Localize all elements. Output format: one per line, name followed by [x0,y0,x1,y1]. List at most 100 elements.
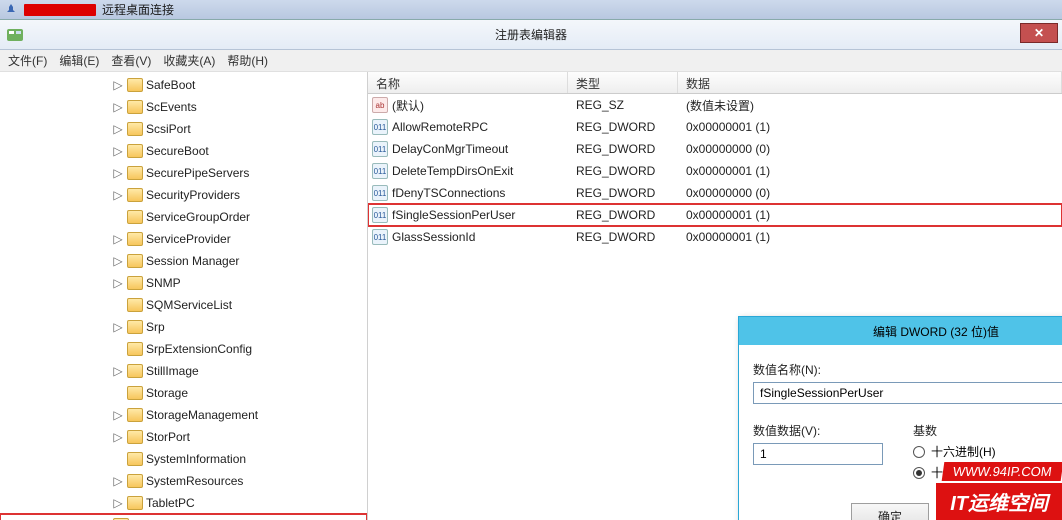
col-name[interactable]: 名称 [368,72,568,93]
tree-item-tabletpc[interactable]: ▷TabletPC [0,492,367,514]
tree-item-snmp[interactable]: ▷SNMP [0,272,367,294]
watermark-brand: IT运维空间 [936,483,1062,520]
tree-label: Session Manager [146,254,239,268]
folder-icon [127,210,143,224]
menu-file[interactable]: 文件(F) [8,52,47,69]
value-row[interactable]: 011 GlassSessionId REG_DWORD0x00000001 (1) [368,226,1062,248]
value-name-input[interactable] [753,382,1062,404]
folder-icon [127,276,143,290]
folder-icon [127,496,143,510]
pin-icon[interactable] [4,3,18,17]
value-name: DeleteTempDirsOnExit [392,164,513,178]
base-label: 基数 [913,422,996,439]
tree-label: Storage [146,386,188,400]
tree-item-scevents[interactable]: ▷ScEvents [0,96,367,118]
value-data: 0x00000001 (1) [678,230,1062,244]
tree-item-serviceprovider[interactable]: ▷ServiceProvider [0,228,367,250]
menu-favorites[interactable]: 收藏夹(A) [163,52,215,69]
value-row[interactable]: 011fDenyTSConnectionsREG_DWORD0x00000000… [368,182,1062,204]
registry-tree[interactable]: ▷SafeBoot▷ScEvents▷ScsiPort▷SecureBoot▷S… [0,72,368,520]
menu-edit[interactable]: 编辑(E) [59,52,99,69]
menu-help[interactable]: 帮助(H) [227,52,268,69]
tree-label: SQMServiceList [146,298,232,312]
rdp-title: 远程桌面连接 [102,1,174,18]
value-type: REG_SZ [568,98,678,112]
radio-hex-label: 十六进制(H) [931,443,996,460]
value-row[interactable]: 011fSingleSessionPerUserREG_DWORD0x00000… [368,204,1062,226]
tree-label: Srp [146,320,165,334]
value-data: 0x00000000 (0) [678,142,1062,156]
dialog-title: 编辑 DWORD (32 位)值 [873,323,999,340]
value-name: (默认) [392,97,424,114]
folder-icon [127,166,143,180]
tree-item-servicegrouporder[interactable]: ServiceGroupOrder [0,206,367,228]
window-close-button[interactable]: ✕ [1020,23,1058,43]
folder-icon [127,298,143,312]
tree-item-srpextensionconfig[interactable]: SrpExtensionConfig [0,338,367,360]
tree-label: SecurePipeServers [146,166,249,180]
value-row[interactable]: ab(默认)REG_SZ(数值未设置) [368,94,1062,116]
tree-item-safeboot[interactable]: ▷SafeBoot [0,74,367,96]
value-data: 0x00000001 (1) [678,120,1062,134]
value-name: GlassSessionId [392,230,475,244]
tree-label: StorageManagement [146,408,258,422]
tree-label: SafeBoot [146,78,195,92]
tree-item-securityproviders[interactable]: ▷SecurityProviders [0,184,367,206]
value-data: 0x00000001 (1) [678,164,1062,178]
folder-icon [127,364,143,378]
radio-hex[interactable]: 十六进制(H) [913,443,996,460]
tree-item-stillimage[interactable]: ▷StillImage [0,360,367,382]
tree-item-systeminformation[interactable]: SystemInformation [0,448,367,470]
value-row[interactable]: 011AllowRemoteRPCREG_DWORD0x00000001 (1) [368,116,1062,138]
value-type: REG_DWORD [568,186,678,200]
tree-item-storport[interactable]: ▷StorPort [0,426,367,448]
folder-icon [127,430,143,444]
folder-icon [127,408,143,422]
dword-value-icon: 011 [372,119,388,135]
folder-icon [127,474,143,488]
tree-item-storagemanagement[interactable]: ▷StorageManagement [0,404,367,426]
tree-item-secureboot[interactable]: ▷SecureBoot [0,140,367,162]
col-type[interactable]: 类型 [568,72,678,93]
tree-label: ServiceProvider [146,232,231,246]
menu-view[interactable]: 查看(V) [111,52,151,69]
value-data-input[interactable] [753,443,883,465]
folder-icon [127,320,143,334]
dword-value-icon: 011 [372,229,388,245]
rdp-connection-bar: 远程桌面连接 [0,0,1062,20]
value-type: REG_DWORD [568,208,678,222]
tree-item-scsiport[interactable]: ▷ScsiPort [0,118,367,140]
tree-item-sqmservicelist[interactable]: SQMServiceList [0,294,367,316]
col-data[interactable]: 数据 [678,72,1062,93]
tree-item-storage[interactable]: Storage [0,382,367,404]
value-row[interactable]: 011DeleteTempDirsOnExitREG_DWORD0x000000… [368,160,1062,182]
value-type: REG_DWORD [568,230,678,244]
dword-value-icon: 011 [372,207,388,223]
tree-item-systemresources[interactable]: ▷SystemResources [0,470,367,492]
value-name-label: 数值名称(N): [753,361,1062,378]
ok-button[interactable]: 确定 [851,503,929,520]
tree-item-securepipeservers[interactable]: ▷SecurePipeServers [0,162,367,184]
tree-item-session-manager[interactable]: ▷Session Manager [0,250,367,272]
folder-icon [127,386,143,400]
dialog-titlebar[interactable]: 编辑 DWORD (32 位)值 ✕ [739,317,1062,345]
tree-item-srp[interactable]: ▷Srp [0,316,367,338]
tree-label: ScsiPort [146,122,191,136]
radio-icon [913,467,925,479]
string-value-icon: ab [372,97,388,113]
value-data: 0x00000001 (1) [678,208,1062,222]
folder-icon [127,122,143,136]
watermark: WWW.94IP.COM IT运维空间 [936,462,1062,520]
folder-icon [127,100,143,114]
value-row[interactable]: 011DelayConMgrTimeoutREG_DWORD0x00000000… [368,138,1062,160]
folder-icon [127,78,143,92]
values-list[interactable]: ab(默认)REG_SZ(数值未设置)011AllowRemoteRPCREG_… [368,94,1062,248]
tree-label: StorPort [146,430,190,444]
radio-icon [913,446,925,458]
values-pane: 名称 类型 数据 ab(默认)REG_SZ(数值未设置)011AllowRemo… [368,72,1062,520]
tree-label: SystemResources [146,474,243,488]
tree-item-terminal-server[interactable]: ◢Terminal Server [0,514,367,520]
value-data-label: 数值数据(V): [753,422,883,439]
value-data: 0x00000000 (0) [678,186,1062,200]
value-type: REG_DWORD [568,142,678,156]
